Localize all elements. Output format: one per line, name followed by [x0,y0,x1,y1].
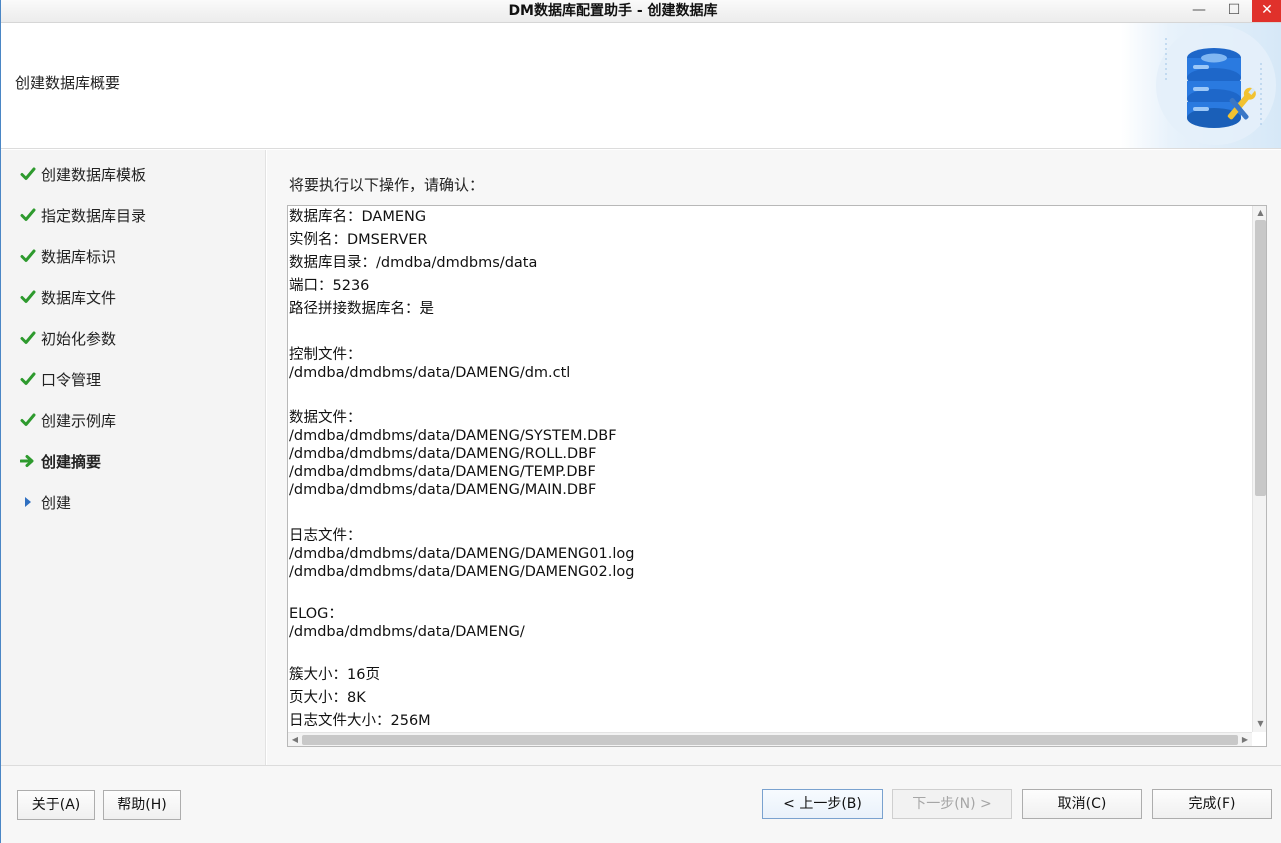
check-icon [19,206,37,224]
step-label: 口令管理 [41,370,102,389]
check-icon [19,165,37,183]
cancel-button[interactable]: 取消(C) [1022,789,1142,819]
summary-line: 日志文件： [289,528,362,544]
summary-line: 数据文件： [289,410,362,426]
triangle-right-icon [19,493,37,511]
summary-line: 路径拼接数据库名：是 [289,301,434,317]
summary-line: /dmdba/dmdbms/data/DAMENG/dm.ctl [289,365,571,381]
step-sample-db: 创建示例库 [19,409,116,431]
summary-textarea[interactable]: 数据库名：DAMENG 实例名：DMSERVER 数据库目录：/dmdba/dm… [287,205,1267,747]
step-db-directory: 指定数据库目录 [19,204,146,226]
scroll-down-icon[interactable]: ▼ [1253,718,1266,730]
step-label: 创建数据库模板 [41,165,147,184]
title-bar: DM数据库配置助手 - 创建数据库 — ☐ ✕ [1,0,1281,23]
arrow-right-icon [19,452,37,470]
summary-line [289,499,1249,527]
summary-line: 控制文件： [289,347,362,363]
step-init-params: 初始化参数 [19,327,116,349]
horizontal-scroll-thumb[interactable] [302,735,1238,745]
summary-line: 日志文件大小：256M [289,713,431,728]
summary-line: 实例名：DMSERVER [289,232,428,248]
confirm-prompt: 将要执行以下操作，请确认： [289,176,485,194]
about-button[interactable]: 关于(A) [17,790,95,820]
summary-line: 数据库名：DAMENG [289,209,427,225]
summary-line [289,581,1249,605]
wizard-header: 创建数据库概要 [1,23,1281,149]
horizontal-scrollbar[interactable]: ◀ ▶ [288,732,1252,746]
database-wrench-icon [1121,23,1281,148]
step-label: 创建摘要 [41,452,102,471]
minimize-button[interactable]: — [1184,0,1214,22]
summary-line: 端口：5236 [289,278,370,294]
summary-line: ELOG： [289,606,343,622]
step-label: 数据库标识 [41,247,117,266]
scroll-right-icon[interactable]: ▶ [1239,733,1251,746]
summary-line: /dmdba/dmdbms/data/DAMENG/MAIN.DBF [289,482,597,498]
close-button[interactable]: ✕ [1252,0,1281,22]
summary-line [289,323,1249,346]
summary-text: 数据库名：DAMENG 实例名：DMSERVER 数据库目录：/dmdba/dm… [289,208,1249,728]
summary-line: /dmdba/dmdbms/data/DAMENG/DAMENG02.log [289,564,635,580]
scroll-left-icon[interactable]: ◀ [289,733,301,746]
step-label: 初始化参数 [41,329,117,348]
check-icon [19,329,37,347]
step-label: 创建示例库 [41,411,117,430]
finish-button[interactable]: 完成(F) [1152,789,1272,819]
vertical-scrollbar[interactable]: ▲ ▼ [1252,206,1266,732]
help-button[interactable]: 帮助(H) [103,790,181,820]
wizard-window: DM数据库配置助手 - 创建数据库 — ☐ ✕ 创建数据库概要 创建数据库模板 … [0,0,1281,843]
summary-panel: 将要执行以下操作，请确认： 数据库名：DAMENG 实例名：DMSERVER 数… [267,150,1281,765]
scroll-up-icon[interactable]: ▲ [1253,207,1266,219]
step-create-template: 创建数据库模板 [19,163,146,185]
step-db-files: 数据库文件 [19,286,116,308]
check-icon [19,370,37,388]
back-button[interactable]: < 上一步(B) [762,789,883,819]
step-db-identity: 数据库标识 [19,245,116,267]
next-button[interactable]: 下一步(N) > [892,789,1012,819]
page-title: 创建数据库概要 [15,74,121,92]
step-label: 指定数据库目录 [41,206,147,225]
check-icon [19,288,37,306]
maximize-button[interactable]: ☐ [1219,0,1249,22]
vertical-scroll-thumb[interactable] [1255,220,1266,496]
step-label: 数据库文件 [41,288,117,307]
check-icon [19,247,37,265]
summary-line: 簇大小：16页 [289,667,380,683]
step-summary: 创建摘要 [19,450,101,472]
summary-line [289,641,1249,666]
summary-line: /dmdba/dmdbms/data/DAMENG/DAMENG01.log [289,546,635,562]
window-title: DM数据库配置助手 - 创建数据库 [508,3,718,19]
step-label: 创建 [41,493,72,512]
summary-line: /dmdba/dmdbms/data/DAMENG/TEMP.DBF [289,464,596,480]
summary-line: /dmdba/dmdbms/data/DAMENG/ROLL.DBF [289,446,597,462]
check-icon [19,411,37,429]
step-password-mgmt: 口令管理 [19,368,101,390]
summary-line: /dmdba/dmdbms/data/DAMENG/ [289,624,525,640]
summary-line: 页大小：8K [289,690,366,706]
wizard-footer: 关于(A) 帮助(H) < 上一步(B) 下一步(N) > 取消(C) 完成(F… [1,765,1281,843]
summary-line [289,382,1249,409]
step-create: 创建 [19,491,71,513]
summary-line: 数据库目录：/dmdba/dmdbms/data [289,255,538,271]
summary-line: /dmdba/dmdbms/data/DAMENG/SYSTEM.DBF [289,428,617,444]
wizard-steps-sidebar: 创建数据库模板 指定数据库目录 数据库标识 数据库文件 初始化参数 口令管理 创… [1,150,266,765]
